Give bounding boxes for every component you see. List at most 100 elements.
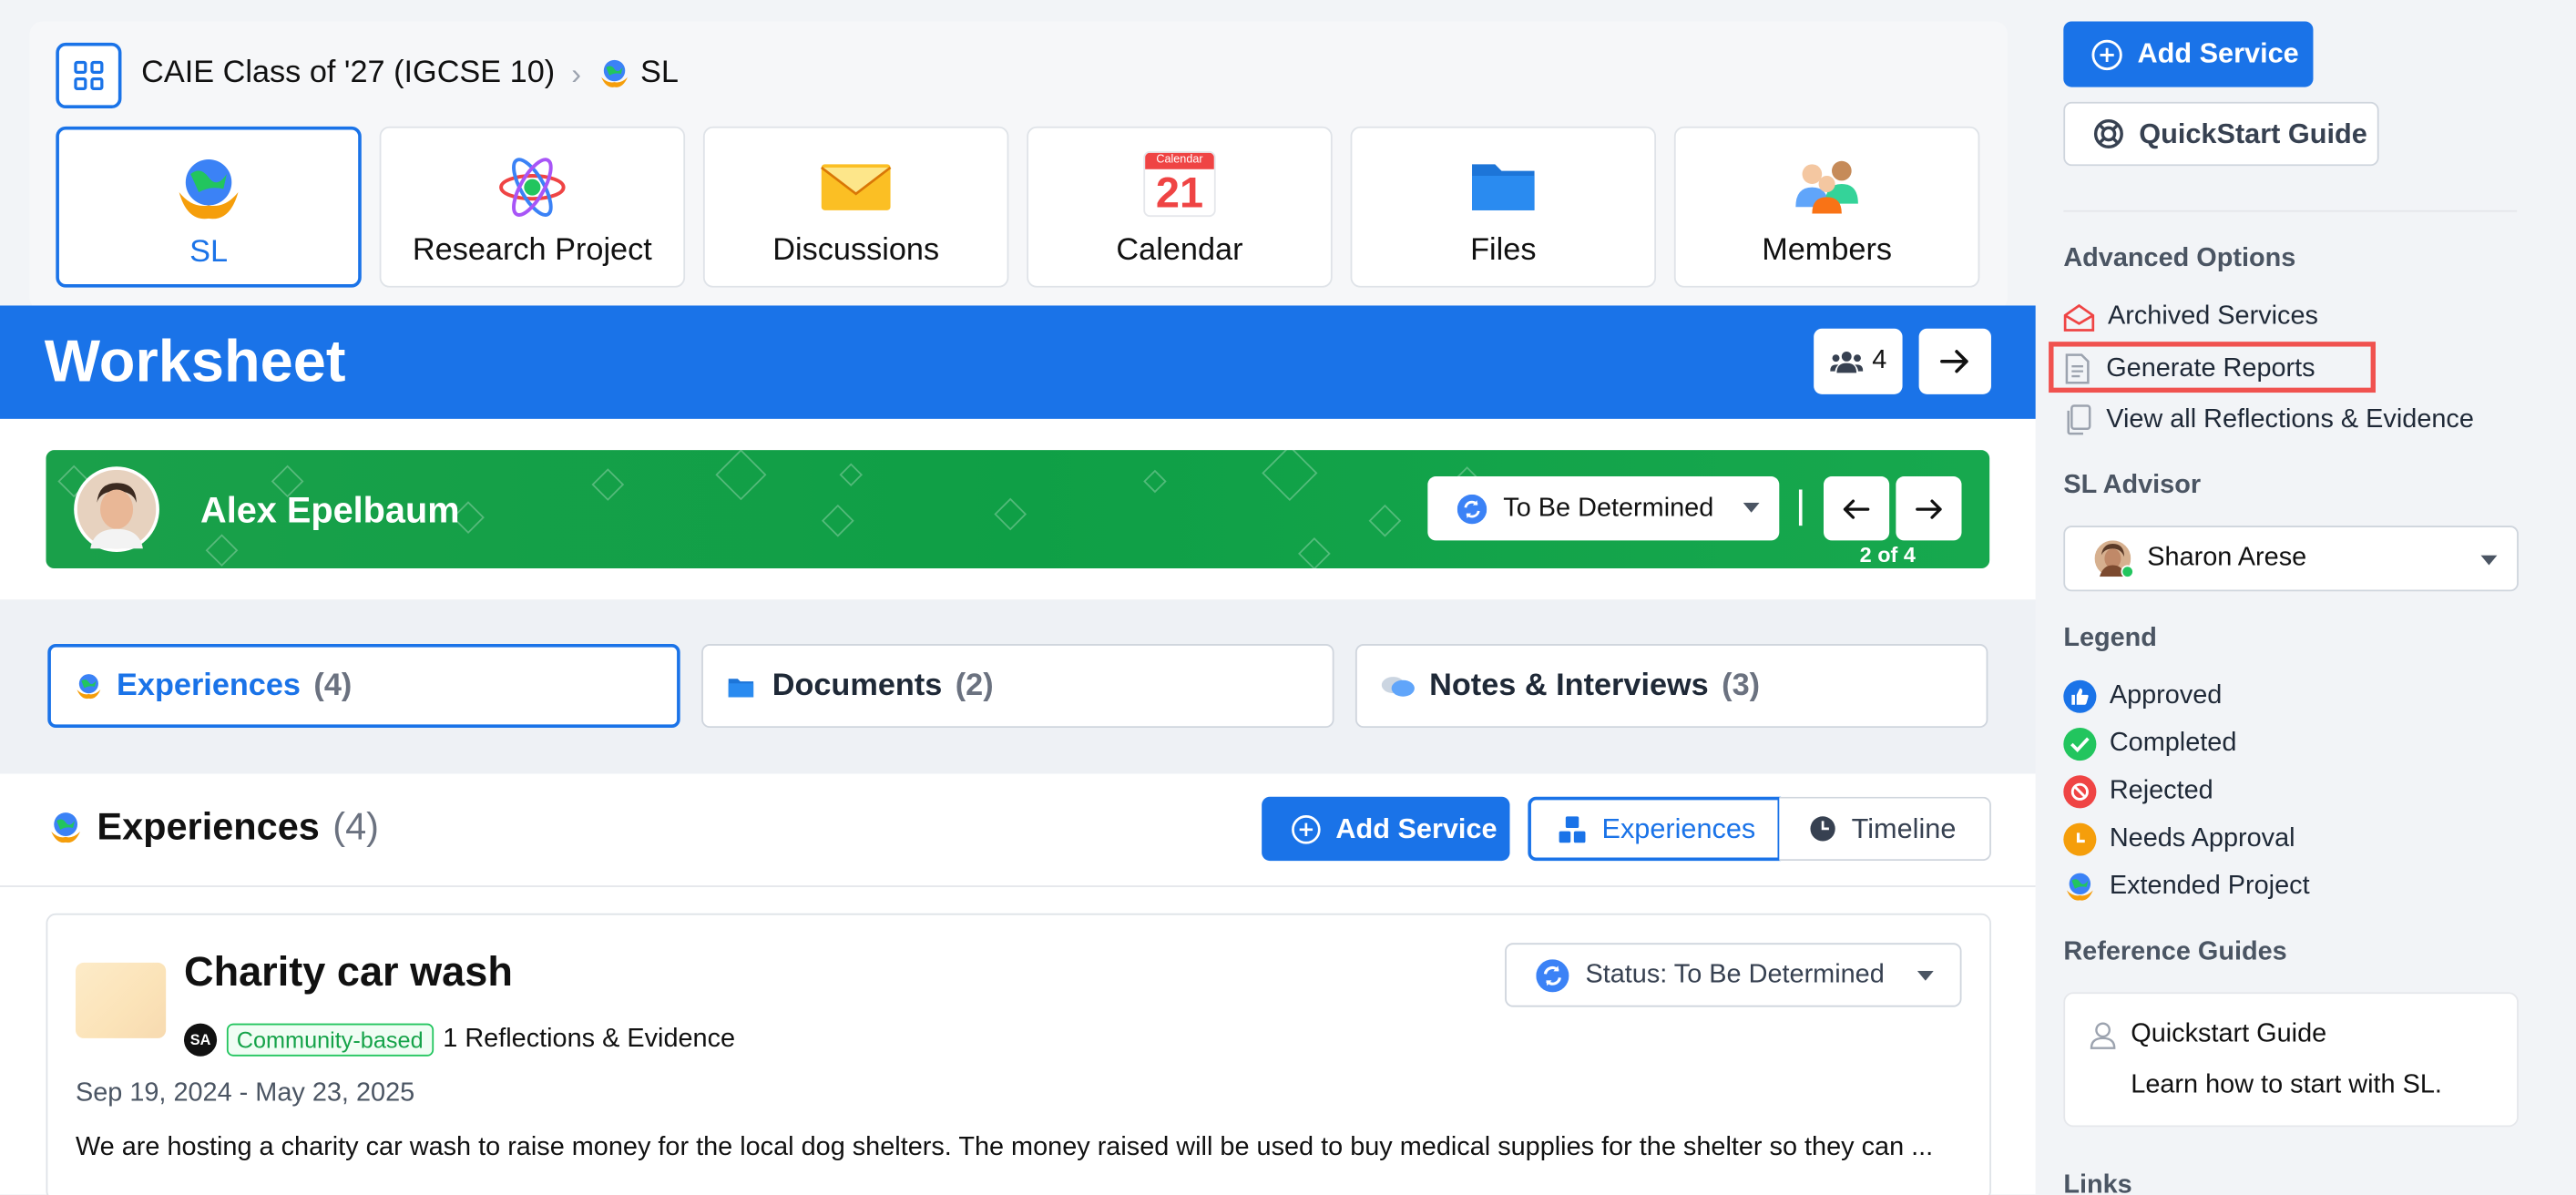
guide-card[interactable]: Quickstart Guide Learn how to start with…	[2063, 992, 2519, 1128]
lifebuoy-icon	[2093, 118, 2124, 149]
view-reflections-link[interactable]: View all Reflections & Evidence	[2063, 404, 2474, 435]
view-timeline-label: Timeline	[1851, 812, 1957, 844]
advisor-dropdown[interactable]: Sharon Arese	[2063, 526, 2519, 592]
globe-hands-icon	[74, 671, 103, 700]
prev-student-button[interactable]	[1823, 476, 1890, 541]
experience-meta: SA Community-based 1 Reflections & Evide…	[184, 1023, 735, 1057]
experience-title[interactable]: Charity car wash	[184, 949, 513, 996]
breadcrumb-current: SL	[640, 56, 679, 91]
sl-advisor-heading: SL Advisor	[2063, 471, 2202, 500]
next-worksheet-button[interactable]	[1918, 328, 1991, 394]
experience-thumbnail	[75, 962, 167, 1038]
tile-calendar[interactable]: Calendar 21 Calendar	[1027, 126, 1333, 288]
student-avatar	[74, 466, 159, 553]
experience-card[interactable]: Charity car wash SA Community-based 1 Re…	[46, 913, 1991, 1195]
tile-label: Files	[1470, 233, 1537, 268]
folder-icon	[726, 673, 755, 700]
guide-title: Quickstart Guide	[2131, 1020, 2327, 1048]
tile-members[interactable]: Members	[1673, 126, 1980, 288]
divider	[0, 885, 2036, 887]
add-service-button[interactable]: Add Service	[1262, 796, 1510, 862]
check-circle-icon	[2063, 727, 2097, 761]
online-indicator	[2121, 565, 2134, 578]
plus-circle-icon	[1292, 814, 1321, 843]
tab-label: Documents	[772, 668, 943, 703]
advanced-options-heading: Advanced Options	[2063, 244, 2296, 273]
generate-reports-label: Generate Reports	[2106, 353, 2315, 383]
quickstart-guide-label: QuickStart Guide	[2139, 117, 2367, 149]
archived-services-label: Archived Services	[2108, 301, 2318, 331]
atom-icon	[496, 151, 568, 223]
tab-experiences[interactable]: Experiences (4)	[47, 644, 680, 728]
experience-status-dropdown[interactable]: Status: To Be Determined	[1505, 943, 1962, 1007]
members-count-button[interactable]: 4	[1814, 328, 1903, 394]
worksheet-header: Worksheet 4	[0, 305, 2036, 419]
tile-label: Research Project	[412, 233, 652, 268]
tab-label: Experiences	[117, 668, 302, 703]
globe-hands-icon	[47, 807, 84, 846]
globe-hands-icon	[2063, 871, 2096, 904]
legend-label: Extended Project	[2109, 872, 2310, 901]
tile-label: Members	[1762, 233, 1893, 268]
group-icon	[1829, 348, 1863, 374]
tab-notes-interviews[interactable]: Notes & Interviews (3)	[1354, 644, 1988, 728]
tab-documents[interactable]: Documents (2)	[701, 644, 1334, 728]
breadcrumb-group[interactable]: CAIE Class of '27 (IGCSE 10)	[141, 56, 555, 92]
legend-needs-approval: Needs Approval	[2063, 822, 2295, 856]
legend-label: Approved	[2109, 681, 2223, 710]
tile-files[interactable]: Files	[1350, 126, 1657, 288]
reflections-count[interactable]: 1 Reflections & Evidence	[443, 1025, 735, 1054]
view-timeline-button[interactable]: Timeline	[1779, 796, 1991, 862]
divider	[2063, 209, 2518, 212]
status-value: To Be Determined	[1503, 493, 1714, 522]
status-dropdown[interactable]: To Be Determined	[1427, 476, 1780, 541]
links-heading: Links	[2063, 1170, 2132, 1195]
globe-hands-icon	[598, 57, 630, 90]
experiences-heading: Experiences (4)	[47, 805, 379, 850]
student-bar: Alex Epelbaum To Be Determined 2 of 4	[46, 450, 1990, 569]
calendar-icon: Calendar 21	[1143, 150, 1216, 218]
category-badge: Community-based	[226, 1023, 434, 1057]
copy-icon	[2063, 404, 2091, 435]
advisor-avatar	[2094, 540, 2134, 578]
avatar: SA	[184, 1023, 218, 1057]
legend-rejected: Rejected	[2063, 775, 2213, 809]
arrow-left-icon	[1842, 497, 1871, 520]
clock-icon	[2063, 822, 2097, 856]
tile-research-project[interactable]: Research Project	[379, 126, 686, 288]
tab-count: (2)	[955, 668, 994, 703]
blocks-icon	[1558, 814, 1587, 843]
quickstart-guide-button[interactable]: QuickStart Guide	[2063, 101, 2379, 167]
clock-icon	[1809, 815, 1837, 843]
archived-services-link[interactable]: Archived Services	[2063, 302, 2318, 332]
legend-completed: Completed	[2063, 727, 2236, 761]
sidebar-add-service-label: Add Service	[2137, 37, 2299, 69]
chevron-right-icon: ›	[571, 56, 582, 90]
next-student-button[interactable]	[1896, 476, 1962, 541]
envelope-open-icon	[2063, 302, 2095, 332]
people-icon	[1789, 151, 1865, 217]
grid-menu-icon[interactable]	[56, 42, 122, 109]
envelope-icon	[818, 151, 894, 217]
tile-label: Discussions	[772, 233, 940, 268]
tile-discussions[interactable]: Discussions	[702, 126, 1009, 288]
divider	[1798, 489, 1803, 526]
tile-label: SL	[189, 234, 229, 270]
arrow-right-icon	[1914, 497, 1943, 520]
ban-icon	[2063, 775, 2097, 809]
advisor-name: Sharon Arese	[2147, 543, 2307, 572]
tab-label: Notes & Interviews	[1429, 668, 1709, 703]
sidebar-add-service-button[interactable]: Add Service	[2063, 21, 2314, 87]
tile-label: Calendar	[1116, 233, 1243, 268]
group-header-card: CAIE Class of '27 (IGCSE 10) › SL SL Res…	[29, 21, 2008, 311]
folder-icon	[1468, 151, 1538, 217]
generate-reports-link[interactable]: Generate Reports	[2063, 353, 2315, 384]
plus-circle-icon	[2091, 38, 2122, 70]
student-name: Alex Epelbaum	[200, 489, 460, 531]
user-icon	[2088, 1020, 2117, 1049]
tile-sl[interactable]: SL	[56, 126, 362, 288]
view-experiences-button[interactable]: Experiences	[1528, 796, 1782, 862]
view-experiences-label: Experiences	[1601, 812, 1756, 844]
experience-description: We are hosting a charity car wash to rai…	[75, 1133, 1934, 1162]
member-count: 4	[1872, 346, 1887, 375]
